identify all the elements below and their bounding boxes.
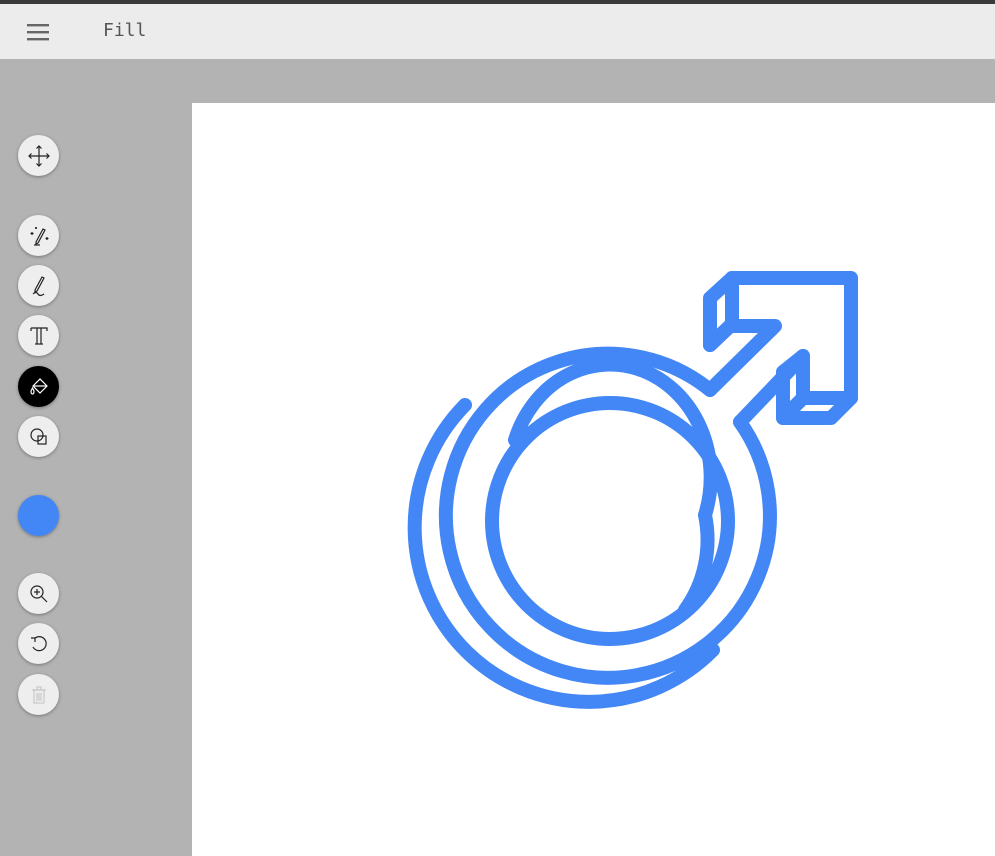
inner-ring: [485, 396, 735, 646]
current-tool-title: Fill: [103, 20, 147, 41]
pen-tool-button[interactable]: [18, 265, 59, 306]
undo-tool-button[interactable]: [18, 623, 59, 664]
move-arrows-icon: [27, 144, 50, 167]
text-icon: [29, 326, 48, 345]
text-tool-button[interactable]: [18, 315, 59, 356]
menu-button[interactable]: [20, 14, 56, 50]
delete-tool-button[interactable]: [18, 674, 59, 715]
app-header: Fill: [0, 4, 995, 59]
color-picker-swatch[interactable]: [18, 495, 59, 536]
move-tool-button[interactable]: [18, 135, 59, 176]
undo-icon: [30, 635, 47, 651]
fill-tool-button[interactable]: [18, 366, 59, 407]
pen-icon: [32, 275, 45, 296]
shape-tool-button[interactable]: [18, 416, 59, 457]
shapes-icon: [29, 427, 47, 445]
zoom-in-icon: [29, 584, 47, 602]
male-symbol-drawing[interactable]: [192, 103, 995, 856]
hamburger-menu-icon: [27, 24, 49, 41]
trash-icon: [31, 685, 46, 704]
zoom-tool-button[interactable]: [18, 573, 59, 614]
magic-pencil-icon: [30, 226, 48, 246]
magic-draw-tool-button[interactable]: [18, 215, 59, 256]
paint-bucket-icon: [29, 377, 48, 395]
